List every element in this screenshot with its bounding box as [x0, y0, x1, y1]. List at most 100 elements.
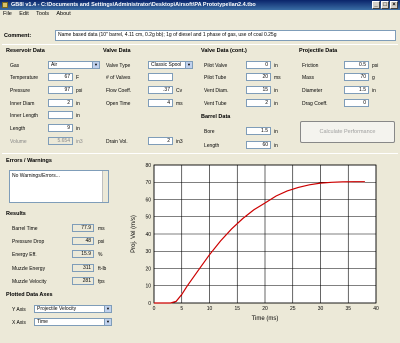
inner-length-unit: in — [76, 113, 80, 119]
vent-tube-label: Vent Tube — [204, 101, 227, 107]
barrel-title: Barrel Data — [201, 114, 231, 120]
barrel-length-input[interactable]: 60 — [246, 141, 271, 149]
velocity-chart: 0 5 10 15 20 25 30 35 40 0 10 20 30 40 50 60 70 80 Time (m… — [131, 163, 379, 322]
vent-tube-unit: in — [274, 101, 278, 107]
y-tick-label: 50 — [145, 215, 151, 221]
window-titlebar[interactable]: GB8I v1.4 - C:\Documents and Settings\Ad… — [0, 0, 400, 10]
y-axis-select[interactable]: Projectile Velocity ▼ — [34, 305, 112, 313]
temperature-input[interactable]: 67 — [48, 73, 73, 81]
friction-input[interactable]: 0.5 — [344, 61, 369, 69]
flow-coeff-label: Flow Coeff. — [106, 88, 132, 94]
pilot-valve-unit: in — [274, 63, 278, 69]
errors-scrollbar[interactable] — [102, 171, 108, 202]
barrel-length-label: Length — [204, 143, 220, 149]
close-button[interactable]: × — [390, 1, 398, 9]
menu-tools[interactable]: Tools — [33, 10, 52, 19]
gas-select[interactable]: Air ▼ — [48, 61, 100, 69]
barrel-length-unit: in — [274, 143, 278, 149]
errors-textarea[interactable]: No Warnings/Errors... — [9, 170, 109, 203]
pilot-tube-unit: ms — [274, 75, 281, 81]
flow-coeff-unit: Cv — [176, 88, 183, 94]
inner-diam-unit: in — [76, 101, 80, 107]
length-input[interactable]: 9 — [48, 124, 73, 132]
chevron-down-icon: ▼ — [92, 62, 99, 68]
muzzle-velocity-label: Muzzle Velocity — [12, 279, 47, 285]
calculate-performance-button[interactable]: Calculate Performance — [300, 121, 395, 143]
comment-input[interactable]: Name based data (10" barrel, 4.11 cm, 0.… — [55, 30, 396, 41]
drain-vol-input[interactable]: 2 — [148, 137, 173, 145]
length-unit: in — [76, 126, 80, 132]
projectile-title: Projectile Data — [299, 48, 338, 54]
valve-type-select[interactable]: Classic Spool ▼ — [148, 61, 193, 69]
pilot-tube-input[interactable]: 20 — [246, 73, 271, 81]
x-tick-label: 0 — [153, 306, 156, 312]
mass-input[interactable]: 70 — [344, 73, 369, 81]
results-title: Results — [6, 211, 26, 217]
friction-label: Friction — [302, 63, 319, 69]
chevron-down-icon: ▼ — [185, 62, 192, 68]
pilot-valve-input[interactable]: 0 — [246, 61, 271, 69]
muzzle-energy-label: Muzzle Energy — [12, 266, 46, 272]
gas-value: Air — [51, 62, 58, 68]
errors-text: No Warnings/Errors... — [12, 173, 60, 179]
errors-title: Errors / Warnings — [6, 158, 52, 164]
y-axis-label: Y Axis — [12, 307, 26, 313]
y-tick-label: 20 — [145, 266, 151, 272]
muzzle-velocity-value: 281 — [72, 277, 94, 285]
chevron-down-icon: ▼ — [104, 306, 111, 312]
drag-coeff-input[interactable]: 0 — [344, 99, 369, 107]
y-axis-title: Proj. Vel (m/s) — [131, 215, 137, 253]
app-icon — [2, 2, 8, 8]
drain-vol-label: Drain Vol. — [106, 139, 128, 145]
num-valves-label: # of Valves — [106, 75, 131, 81]
inner-length-input[interactable] — [48, 111, 73, 119]
inner-diam-label: Inner Diam — [10, 101, 35, 107]
pressure-unit: psi — [76, 88, 83, 94]
open-time-unit: ms — [176, 101, 183, 107]
pressure-drop-label: Pressure Drop — [12, 239, 45, 245]
vent-tube-input[interactable]: 2 — [246, 99, 271, 107]
menu-about[interactable]: About — [53, 10, 73, 19]
pressure-input[interactable]: 97 — [48, 86, 73, 94]
barrel-time-label: Barrel Time — [12, 226, 38, 232]
y-tick-label: 60 — [145, 197, 151, 203]
diameter-unit: in — [372, 88, 376, 94]
inner-diam-input[interactable]: 2 — [48, 99, 73, 107]
x-tick-label: 40 — [373, 306, 379, 312]
divider — [2, 153, 398, 154]
window-title: GB8I v1.4 - C:\Documents and Settings\Ad… — [11, 2, 256, 8]
plotted-title: Plotted Data Axes — [6, 292, 53, 298]
y-tick-label: 10 — [145, 284, 151, 290]
drag-coeff-label: Drag Coeff. — [302, 101, 328, 107]
pilot-tube-label: Pilot Tube — [204, 75, 227, 81]
x-tick-label: 25 — [290, 306, 296, 312]
temperature-label: Temperature — [10, 75, 39, 81]
x-tick-label: 35 — [345, 306, 351, 312]
flow-coeff-input[interactable]: .37 — [148, 86, 173, 94]
y-tick-label: 70 — [145, 180, 151, 186]
x-tick-label: 5 — [180, 306, 183, 312]
vent-diam-label: Vent Diam. — [204, 88, 229, 94]
maximize-button[interactable]: □ — [381, 1, 389, 9]
vent-diam-input[interactable]: 15 — [246, 86, 271, 94]
num-valves-input[interactable] — [148, 73, 173, 81]
energy-eff-label: Energy Eff. — [12, 252, 37, 258]
y-tick-label: 80 — [145, 163, 151, 169]
menu-file[interactable]: File — [0, 10, 15, 19]
y-tick-label: 40 — [145, 232, 151, 238]
diameter-input[interactable]: 1.5 — [344, 86, 369, 94]
drain-vol-unit: in3 — [176, 139, 183, 145]
open-time-input[interactable]: 4 — [148, 99, 173, 107]
valve-type-value: Classic Spool — [151, 62, 182, 68]
barrel-time-value: 77.9 — [72, 224, 94, 232]
x-tick-label: 10 — [207, 306, 213, 312]
mass-unit: g — [372, 75, 375, 81]
menu-edit[interactable]: Edit — [16, 10, 31, 19]
mass-label: Mass — [302, 75, 314, 81]
x-axis-select[interactable]: Time ▼ — [34, 318, 112, 326]
x-axis-value: Time — [37, 319, 48, 325]
muzzle-energy-value: 311 — [72, 264, 94, 272]
bore-input[interactable]: 1.5 — [246, 127, 271, 135]
minimize-button[interactable]: _ — [372, 1, 380, 9]
pressure-drop-unit: psi — [98, 239, 105, 245]
